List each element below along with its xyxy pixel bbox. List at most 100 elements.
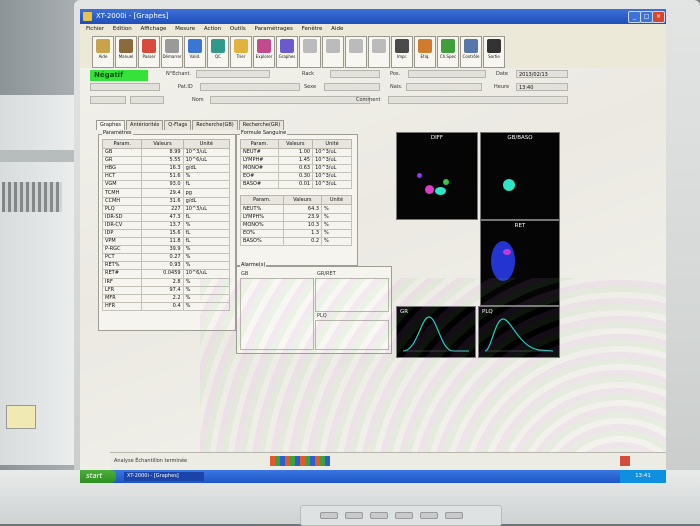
- table-row[interactable]: RET# 0.0459 10^6/uL: [101, 269, 231, 279]
- table-row[interactable]: EO% 1.3%: [240, 228, 352, 238]
- monitor-button[interactable]: [320, 512, 338, 519]
- toolbar-button-7[interactable]: Explorer: [253, 36, 275, 68]
- table-row[interactable]: BASO% 0.2%: [240, 236, 352, 246]
- menu-affichage[interactable]: Affichage: [141, 26, 167, 32]
- patient-extra-field[interactable]: [90, 83, 160, 91]
- tab-graphes[interactable]: Graphes: [96, 120, 126, 130]
- monitor-button[interactable]: [395, 512, 413, 519]
- param-name: MONO#: [240, 164, 279, 174]
- heure-field[interactable]: 13:40: [516, 83, 568, 91]
- menu-aide[interactable]: Aide: [331, 26, 343, 32]
- toolbar-button-11[interactable]: [345, 36, 367, 68]
- table-row[interactable]: RET% 0.93%: [101, 261, 231, 271]
- table-row[interactable]: HCT 51.6%: [101, 172, 231, 182]
- table-row[interactable]: VGM 93.0 fL: [101, 180, 231, 190]
- monitor-button[interactable]: [420, 512, 438, 519]
- rack-field[interactable]: [330, 70, 380, 78]
- menu-outils[interactable]: Outils: [230, 26, 246, 32]
- param-value: 0.30: [277, 172, 314, 182]
- tray-icons[interactable]: [270, 456, 330, 466]
- table-row[interactable]: VPM 11.8 fL: [101, 237, 231, 247]
- menu-parametrages[interactable]: Paramétrages: [255, 26, 293, 32]
- toolbar-button-0[interactable]: Aide: [92, 36, 114, 68]
- table-row[interactable]: GB 8.99 10^3/uL: [101, 147, 231, 158]
- sexe-field[interactable]: [324, 83, 380, 91]
- param-value: 0.27: [141, 253, 184, 263]
- tab-recherche-gb[interactable]: Recherche(GB): [192, 120, 238, 130]
- menu-fenetre[interactable]: Fenêtre: [302, 26, 323, 32]
- menu-fichier[interactable]: Fichier: [86, 26, 104, 32]
- toolbar-button-3[interactable]: Démarrer: [161, 36, 183, 68]
- toolbar-button-16[interactable]: Contrôle: [460, 36, 482, 68]
- table-row[interactable]: HBG 16.3 g/dL: [101, 164, 231, 174]
- pos-field[interactable]: [408, 70, 486, 78]
- menu-action[interactable]: Action: [204, 26, 221, 32]
- nais-field[interactable]: [406, 83, 482, 91]
- toolbar-button-8[interactable]: Graphes: [276, 36, 298, 68]
- table-row[interactable]: MFR 2.2%: [101, 293, 231, 303]
- param-unit: 10^3/uL: [182, 204, 231, 214]
- toolbar-button-1[interactable]: Manuel: [115, 36, 137, 68]
- toolbar-button-15[interactable]: Ch.Spec: [437, 36, 459, 68]
- table-row[interactable]: GR 5.55 10^6/uL: [101, 156, 231, 166]
- date-field[interactable]: 2013/02/13: [516, 70, 568, 78]
- table-row[interactable]: NEUT# 1.00 10^3/uL: [240, 147, 352, 158]
- toolbar-button-12[interactable]: [368, 36, 390, 68]
- table-row[interactable]: IDP 15.6 fL: [101, 228, 231, 239]
- table-row[interactable]: MONO# 0.63 10^3/uL: [240, 164, 352, 174]
- param-value: 1.45: [277, 156, 314, 166]
- toolbar-button-13[interactable]: Impr.: [391, 36, 413, 68]
- alert-icon[interactable]: [620, 456, 630, 466]
- tab-anteriorites[interactable]: Antériorités: [126, 120, 164, 130]
- nom-field[interactable]: [210, 96, 370, 104]
- tab-strip: Graphes Antériorités Q-Flags Recherche(GB) R…: [96, 120, 285, 130]
- taskbar-app-item[interactable]: XT-2000i - [Graphes]: [124, 472, 204, 481]
- menu-edition[interactable]: Edition: [113, 26, 132, 32]
- power-button[interactable]: [445, 512, 463, 519]
- param-unit: %: [182, 277, 231, 287]
- table-row[interactable]: TCMH 29.4 pg: [101, 188, 231, 198]
- monitor-button[interactable]: [370, 512, 388, 519]
- toolbar-button-10[interactable]: [322, 36, 344, 68]
- diff-cluster-cyan: [435, 187, 446, 195]
- menu-mesure[interactable]: Mesure: [175, 26, 195, 32]
- table-row[interactable]: LYMPH# 1.45 10^3/uL: [240, 156, 352, 166]
- n-echant-field[interactable]: [196, 70, 270, 78]
- table-row[interactable]: IDR-SD 47.3 fL: [101, 212, 231, 222]
- monitor-button[interactable]: [345, 512, 363, 519]
- start-button[interactable]: start: [80, 470, 116, 483]
- table-row[interactable]: PCT 0.27%: [101, 253, 231, 263]
- table-row[interactable]: LFR 97.4%: [101, 285, 231, 295]
- table-row[interactable]: NEUT% 64.3%: [240, 204, 352, 214]
- close-button[interactable]: ×: [652, 11, 665, 23]
- tab-recherche-gr[interactable]: Recherche(GR): [238, 120, 285, 130]
- param-name: PLQ: [101, 204, 143, 214]
- table-row[interactable]: CCMH 31.6 g/dL: [101, 196, 231, 206]
- table-row[interactable]: MONO% 10.3%: [240, 220, 352, 230]
- table-row[interactable]: PLQ 227 10^3/uL: [101, 204, 231, 214]
- param-name: NEUT#: [240, 147, 279, 158]
- table-row[interactable]: IDR-CV 13.7%: [101, 220, 231, 230]
- table-row[interactable]: HFR 0.4%: [101, 301, 231, 311]
- toolbar-button-9[interactable]: [299, 36, 321, 68]
- toolbar-button-6[interactable]: Trier: [230, 36, 252, 68]
- toolbar-button-4[interactable]: Valid.: [184, 36, 206, 68]
- comment-field[interactable]: [388, 96, 568, 104]
- pat-id-field[interactable]: [200, 83, 300, 91]
- toolbar-button-5[interactable]: QC: [207, 36, 229, 68]
- table-row[interactable]: IRF 2.8%: [101, 277, 231, 287]
- table-row[interactable]: P-RGC 39.9%: [101, 245, 231, 255]
- param-value: 10.3: [282, 220, 323, 230]
- blank-icon: [349, 39, 363, 53]
- table-row[interactable]: EO# 0.30 10^3/uL: [240, 172, 352, 182]
- rack-label: Rack: [302, 71, 315, 77]
- table-row[interactable]: BASO# 0.01 10^3/uL: [240, 180, 352, 190]
- tab-q-flags[interactable]: Q-Flags: [164, 120, 192, 130]
- table-row[interactable]: LYMPH% 23.9%: [240, 212, 352, 222]
- toolbar-button-2[interactable]: Passer: [138, 36, 160, 68]
- param-name: LYMPH%: [240, 212, 284, 222]
- patient-small-field-2[interactable]: [130, 96, 164, 104]
- patient-small-field[interactable]: [90, 96, 126, 104]
- toolbar-button-17[interactable]: Sortie: [483, 36, 505, 68]
- toolbar-button-14[interactable]: Etiq.: [414, 36, 436, 68]
